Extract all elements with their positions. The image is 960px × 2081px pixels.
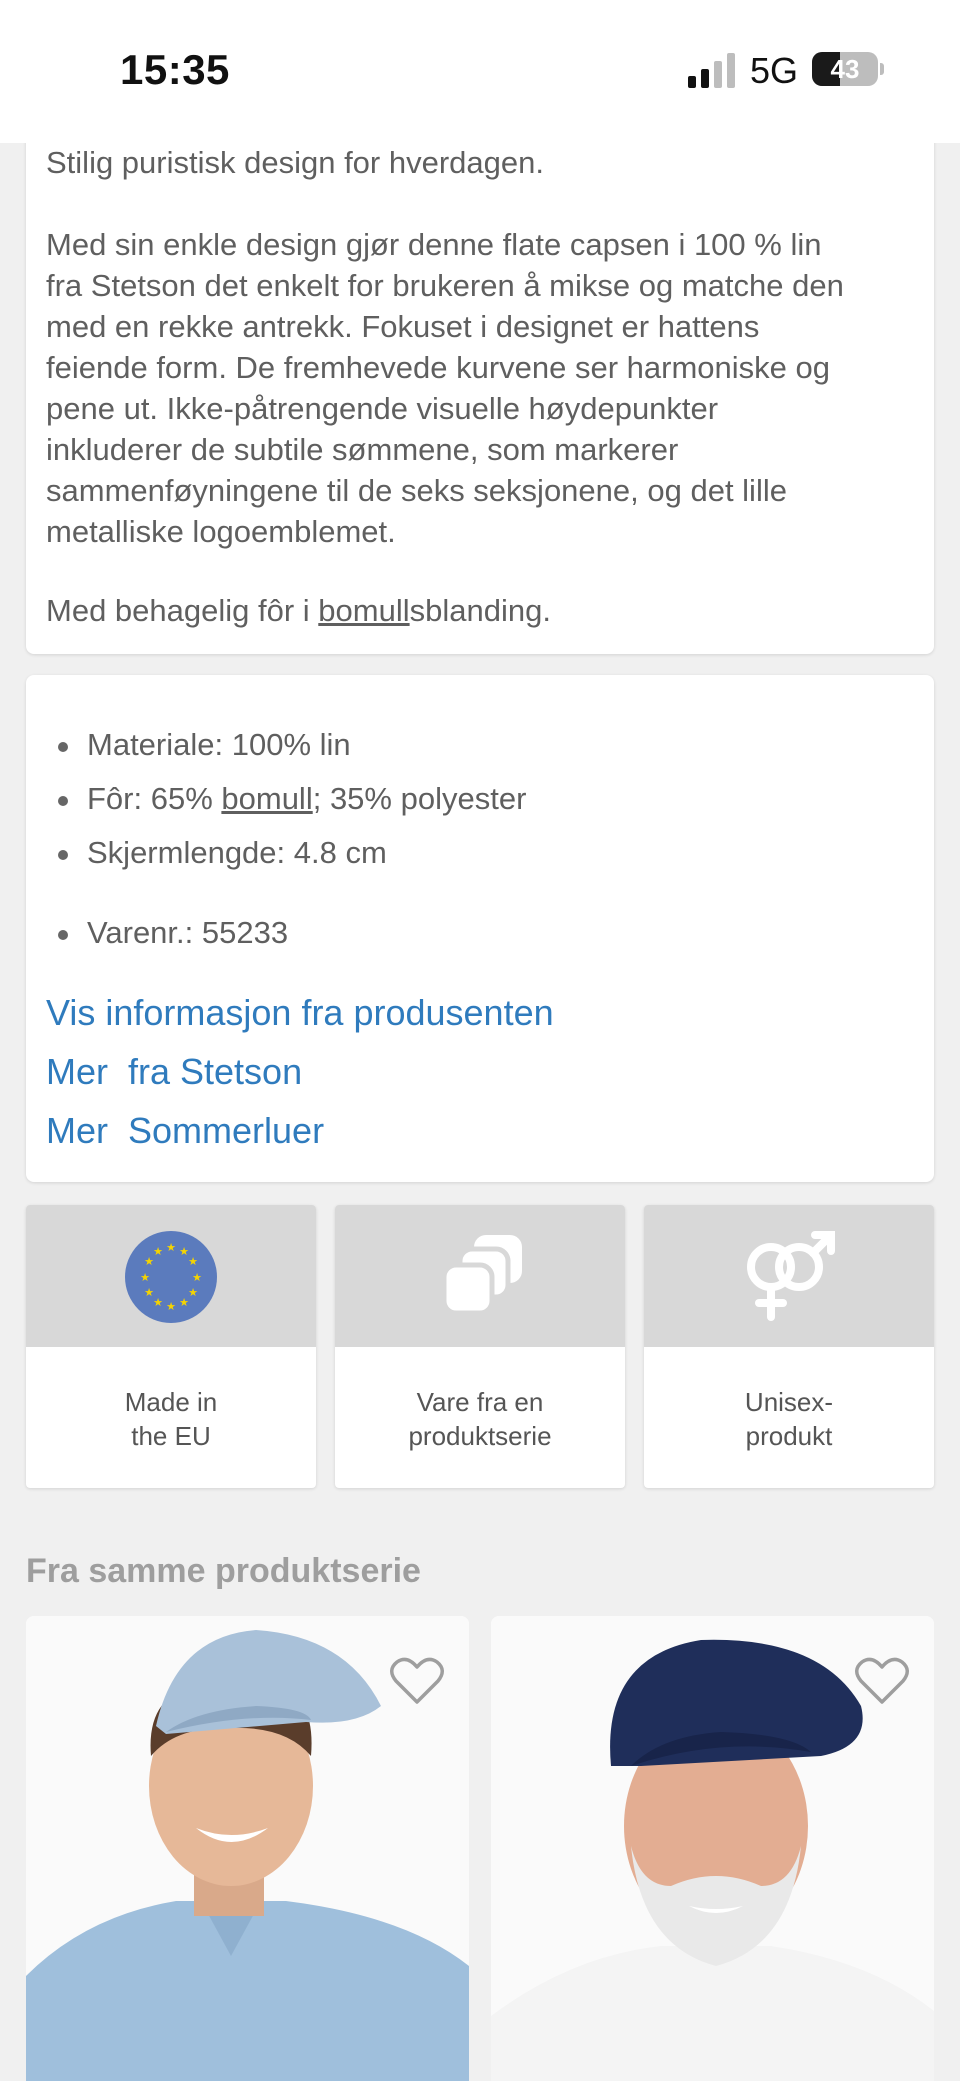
svg-text:★: ★ [153,1296,163,1309]
status-time: 15:35 [120,46,230,93]
specs-card: Materiale: 100% lin Fôr: 65% bomull; 35%… [26,675,934,1182]
favorite-heart-icon[interactable] [389,1656,445,1706]
svg-text:★: ★ [166,1241,176,1254]
description-intro: Stilig puristisk design for hverdagen. [46,145,544,180]
favorite-heart-icon[interactable] [854,1656,910,1706]
description-body: Med sin enkle design gjør denne flate ca… [46,227,844,549]
description-lining: Med behagelig fôr i bomullsblanding. [46,593,551,628]
svg-text:★: ★ [188,1286,198,1299]
feature-label: Vare fra en produktserie [408,1387,552,1451]
spec-item-number: Varenr.: 55233 [46,913,288,953]
svg-text:★: ★ [144,1286,154,1299]
svg-text:★: ★ [140,1271,150,1284]
feature-label: Unisex- produkt [744,1387,834,1451]
manufacturer-info-link[interactable]: Vis informasjon fra produsenten [46,991,554,1035]
related-product-card[interactable] [26,1616,469,2081]
bomull-link[interactable]: bomull [221,781,312,816]
network-type: 5G [750,50,799,91]
spec-lining: Fôr: 65% bomull; 35% polyester [46,779,526,819]
unisex-icon [747,1231,835,1321]
svg-text:★: ★ [179,1296,189,1309]
svg-text:★: ★ [153,1245,163,1258]
more-category-link[interactable]: Mer Sommerluer [46,1109,324,1153]
eu-flag-icon: ★ ★★ ★★★ ★★★ ★★★ [125,1231,217,1323]
related-product-card[interactable] [491,1616,934,2081]
feature-product-series: Vare fra en produktserie [335,1205,625,1488]
feature-unisex: Unisex- produkt [644,1205,934,1488]
feature-made-in-eu: ★ ★ ★ ★ ★ ★ ★ ★ ★ ★ ★ ★ Made in the EU [26,1205,316,1488]
signal-icon [688,53,735,88]
svg-text:★: ★ [166,1300,176,1313]
svg-text:★: ★ [192,1271,202,1284]
feature-label: Made in the EU [124,1387,218,1451]
spec-brim-length: Skjermlengde: 4.8 cm [46,833,387,873]
related-section-title: Fra samme produktserie [26,1552,421,1590]
status-bar: 15:35 5G 43 [0,0,960,143]
product-series-icon [441,1235,522,1316]
battery-level: 43 [830,54,860,84]
description-card: Stilig puristisk design for hverdagen. M… [26,120,934,654]
spec-material: Materiale: 100% lin [46,725,351,765]
more-from-brand-link[interactable]: Mer fra Stetson [46,1050,302,1094]
bomull-link[interactable]: bomull [318,593,409,628]
battery-icon: 43 [812,52,878,86]
svg-text:★: ★ [188,1255,198,1268]
